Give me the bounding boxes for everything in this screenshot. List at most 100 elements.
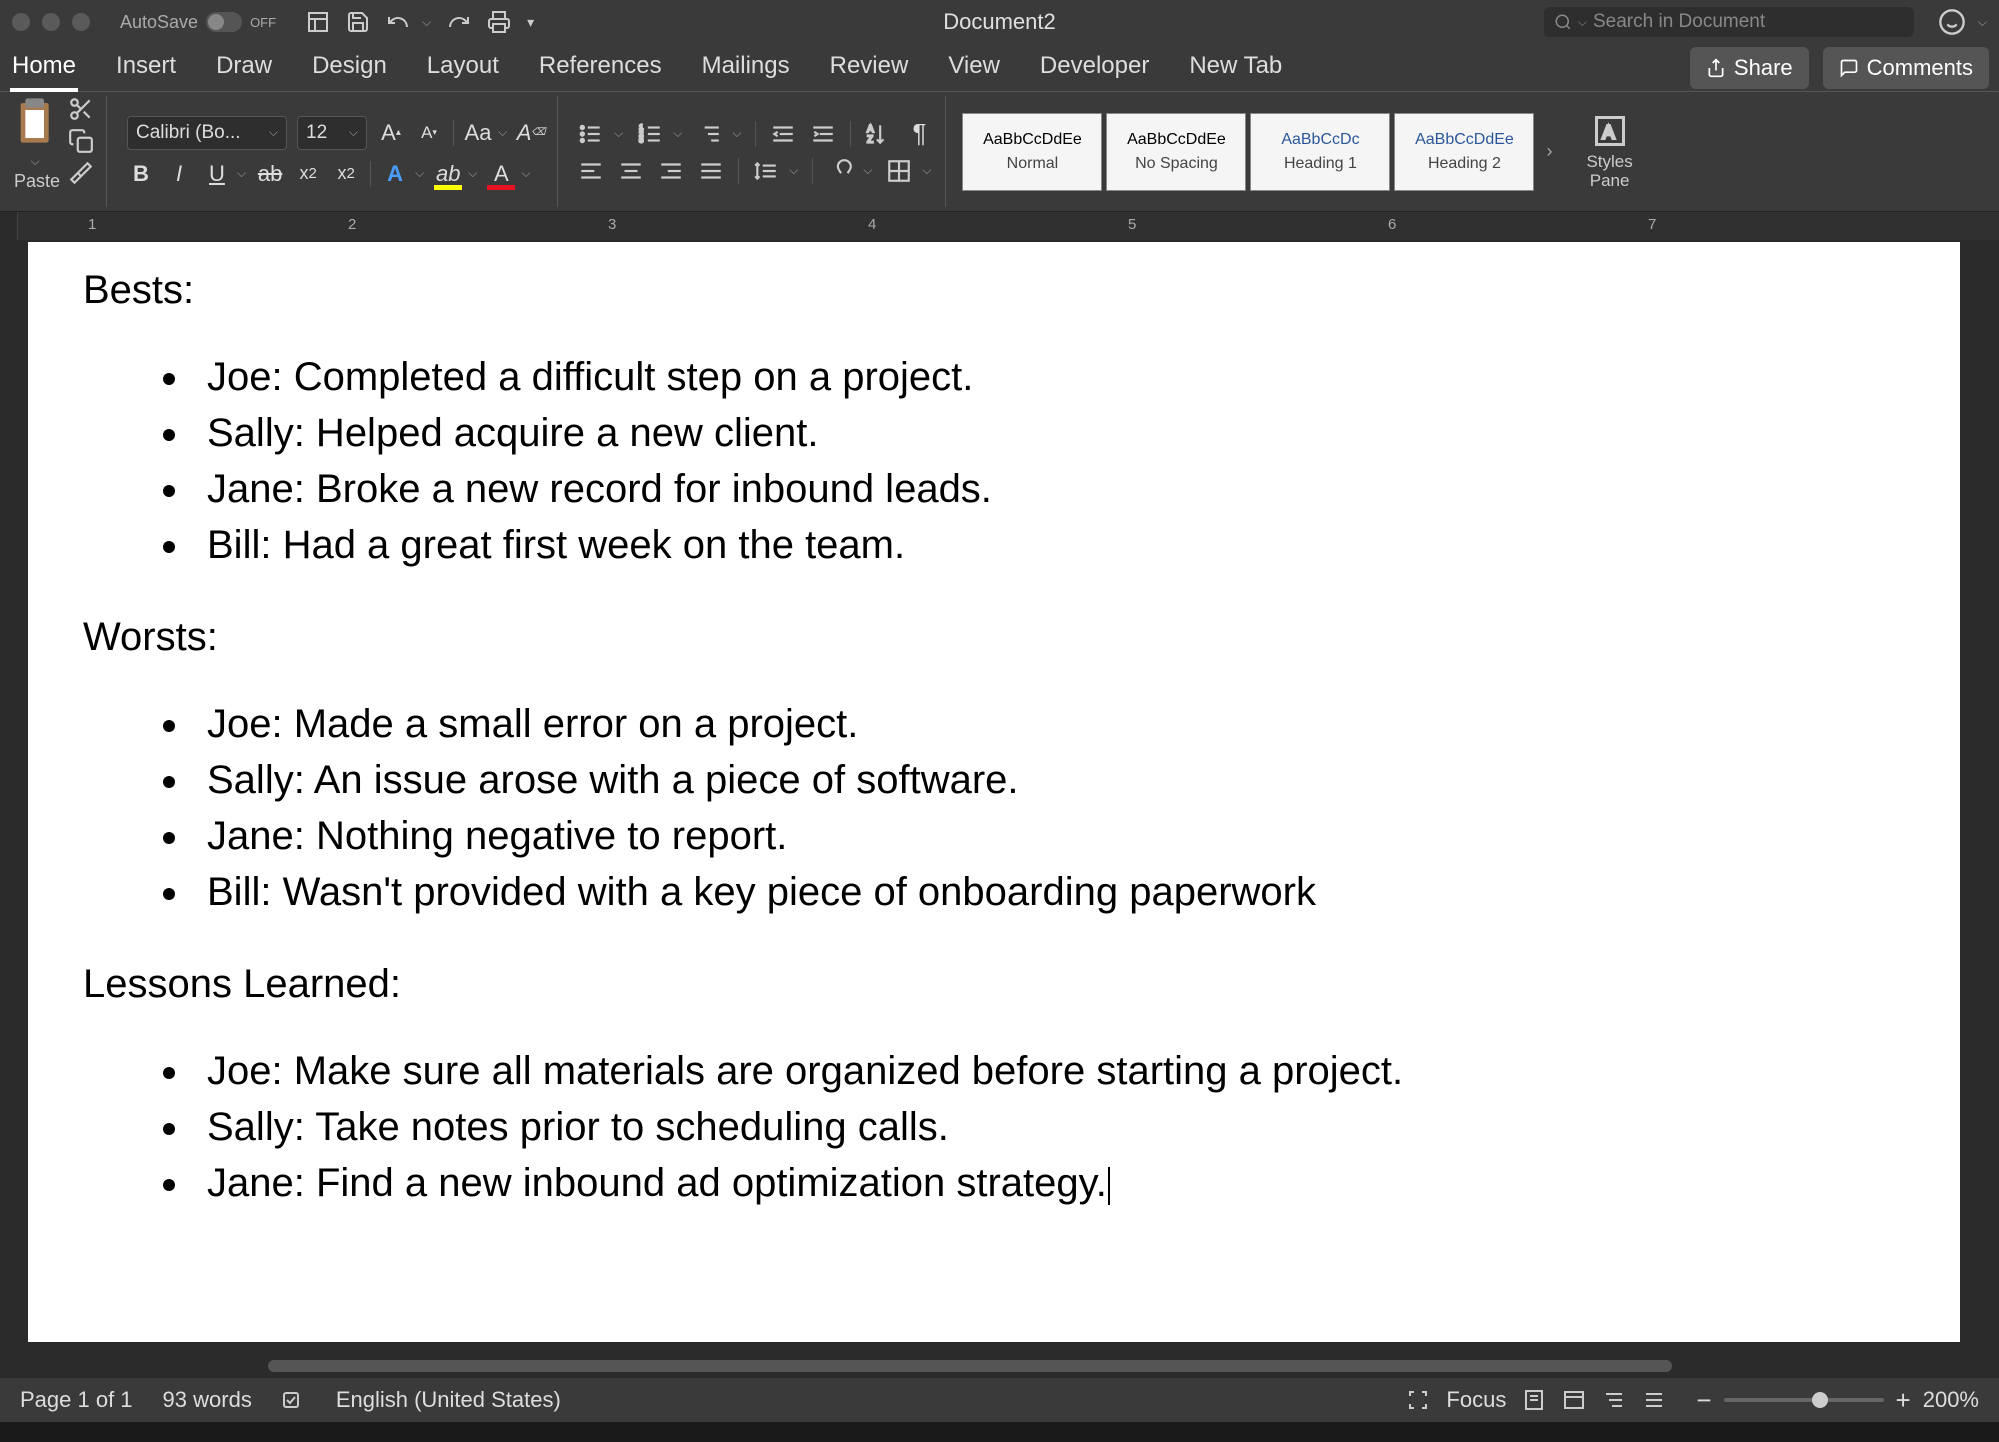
chevron-down-icon[interactable]: ⌵: [237, 166, 246, 181]
list-item[interactable]: Jane: Find a new inbound ad optimization…: [193, 1155, 1905, 1211]
vertical-ruler[interactable]: [0, 240, 18, 1378]
increase-font-icon[interactable]: A▴: [377, 119, 405, 147]
underline-button[interactable]: U: [203, 160, 231, 188]
highlight-icon[interactable]: ab: [434, 160, 462, 188]
word-count[interactable]: 93 words: [163, 1387, 252, 1413]
chevron-down-icon[interactable]: ⌵: [789, 163, 798, 178]
list-item[interactable]: Jane: Nothing negative to report.: [193, 808, 1905, 864]
font-size-select[interactable]: 12 ⌵: [297, 116, 367, 150]
zoom-slider[interactable]: [1724, 1398, 1884, 1402]
tab-developer[interactable]: Developer: [1038, 44, 1151, 92]
zoom-level[interactable]: 200%: [1923, 1387, 1979, 1413]
undo-chevron-icon[interactable]: ⌵: [422, 15, 431, 30]
style-normal[interactable]: AaBbCcDdEeNormal: [962, 113, 1102, 191]
justify-icon[interactable]: [698, 158, 724, 184]
list-item[interactable]: Sally: Helped acquire a new client.: [193, 405, 1905, 461]
bullets-icon[interactable]: [578, 121, 604, 147]
font-color-icon[interactable]: A: [487, 160, 515, 188]
horizontal-scrollbar[interactable]: [268, 1358, 1959, 1374]
minimize-window-icon[interactable]: [42, 13, 60, 31]
outline-view-icon[interactable]: [1602, 1388, 1626, 1412]
decrease-font-icon[interactable]: A▾: [415, 119, 443, 147]
list-item[interactable]: Jane: Broke a new record for inbound lea…: [193, 461, 1905, 517]
search-input[interactable]: ⌵ Search in Document: [1544, 7, 1914, 37]
chevron-down-icon[interactable]: ⌵: [614, 126, 623, 141]
redo-icon[interactable]: [447, 10, 471, 34]
zoom-in-button[interactable]: +: [1896, 1385, 1911, 1416]
save-icon[interactable]: [346, 10, 370, 34]
tab-review[interactable]: Review: [828, 44, 911, 92]
maximize-window-icon[interactable]: [72, 13, 90, 31]
styles-scroll-icon[interactable]: ›: [1538, 141, 1560, 162]
styles-pane-button[interactable]: A StylesPane: [1576, 113, 1642, 190]
page-count[interactable]: Page 1 of 1: [20, 1387, 133, 1413]
spellcheck-icon[interactable]: [282, 1388, 306, 1412]
clear-formatting-icon[interactable]: A⌫: [517, 119, 545, 147]
borders-icon[interactable]: [886, 158, 912, 184]
line-spacing-icon[interactable]: [753, 158, 779, 184]
tab-new-tab[interactable]: New Tab: [1187, 44, 1284, 92]
chevron-down-icon[interactable]: ⌵: [732, 126, 741, 141]
font-name-select[interactable]: Calibri (Bo... ⌵: [127, 116, 287, 150]
increase-indent-icon[interactable]: [810, 121, 836, 147]
shading-icon[interactable]: [827, 158, 853, 184]
italic-button[interactable]: I: [165, 160, 193, 188]
tab-view[interactable]: View: [946, 44, 1002, 92]
numbering-icon[interactable]: 123: [637, 121, 663, 147]
autosave-switch-icon[interactable]: [206, 12, 242, 32]
chevron-down-icon[interactable]: ⌵: [498, 125, 507, 140]
chevron-down-icon[interactable]: ⌵: [863, 163, 872, 178]
close-window-icon[interactable]: [12, 13, 30, 31]
print-icon[interactable]: [487, 10, 511, 34]
decrease-indent-icon[interactable]: [770, 121, 796, 147]
tab-home[interactable]: Home: [10, 44, 78, 92]
undo-icon[interactable]: [386, 10, 410, 34]
strikethrough-button[interactable]: ab: [256, 160, 284, 188]
chevron-down-icon[interactable]: ⌵: [415, 166, 424, 181]
chevron-down-icon[interactable]: ⌵: [468, 166, 477, 181]
list-item[interactable]: Joe: Made a small error on a project.: [193, 696, 1905, 752]
horizontal-ruler[interactable]: 1234567: [18, 212, 1999, 240]
tab-mailings[interactable]: Mailings: [700, 44, 792, 92]
align-left-icon[interactable]: [578, 158, 604, 184]
style-heading-2[interactable]: AaBbCcDdEeHeading 2: [1394, 113, 1534, 191]
tab-design[interactable]: Design: [310, 44, 389, 92]
print-layout-icon[interactable]: [1522, 1388, 1546, 1412]
subscript-button[interactable]: x2: [294, 160, 322, 188]
tab-references[interactable]: References: [537, 44, 664, 92]
bullet-list[interactable]: Joe: Completed a difficult step on a pro…: [83, 349, 1905, 573]
style-no-spacing[interactable]: AaBbCcDdEeNo Spacing: [1106, 113, 1246, 191]
draft-view-icon[interactable]: [1642, 1388, 1666, 1412]
section-heading[interactable]: Worsts:: [83, 615, 1905, 660]
comments-button[interactable]: Comments: [1823, 47, 1989, 89]
tab-layout[interactable]: Layout: [425, 44, 501, 92]
cut-icon[interactable]: [68, 96, 94, 122]
list-item[interactable]: Joe: Make sure all materials are organiz…: [193, 1043, 1905, 1099]
template-icon[interactable]: [306, 10, 330, 34]
list-item[interactable]: Sally: An issue arose with a piece of so…: [193, 752, 1905, 808]
bullet-list[interactable]: Joe: Made a small error on a project.Sal…: [83, 696, 1905, 920]
document-page[interactable]: Bests:Joe: Completed a difficult step on…: [28, 242, 1960, 1342]
show-marks-icon[interactable]: ¶: [905, 120, 933, 148]
chevron-down-icon[interactable]: ⌵: [521, 166, 530, 181]
list-item[interactable]: Sally: Take notes prior to scheduling ca…: [193, 1099, 1905, 1155]
web-layout-icon[interactable]: [1562, 1388, 1586, 1412]
style-heading-1[interactable]: AaBbCcDcHeading 1: [1250, 113, 1390, 191]
paste-button[interactable]: ⌵ Paste: [12, 96, 62, 192]
paste-chevron-icon[interactable]: ⌵: [30, 154, 39, 169]
bullet-list[interactable]: Joe: Make sure all materials are organiz…: [83, 1043, 1905, 1211]
qat-customize-icon[interactable]: ▾: [527, 14, 534, 31]
focus-mode-icon[interactable]: [1406, 1388, 1430, 1412]
list-item[interactable]: Joe: Completed a difficult step on a pro…: [193, 349, 1905, 405]
multilevel-list-icon[interactable]: [696, 121, 722, 147]
align-center-icon[interactable]: [618, 158, 644, 184]
bold-button[interactable]: B: [127, 160, 155, 188]
format-painter-icon[interactable]: [68, 160, 94, 186]
autosave-toggle[interactable]: AutoSave OFF: [120, 12, 276, 33]
copy-icon[interactable]: [68, 128, 94, 154]
section-heading[interactable]: Lessons Learned:: [83, 962, 1905, 1007]
tab-insert[interactable]: Insert: [114, 44, 178, 92]
text-effects-icon[interactable]: A: [381, 160, 409, 188]
change-case-icon[interactable]: Aa: [464, 119, 492, 147]
tab-draw[interactable]: Draw: [214, 44, 274, 92]
